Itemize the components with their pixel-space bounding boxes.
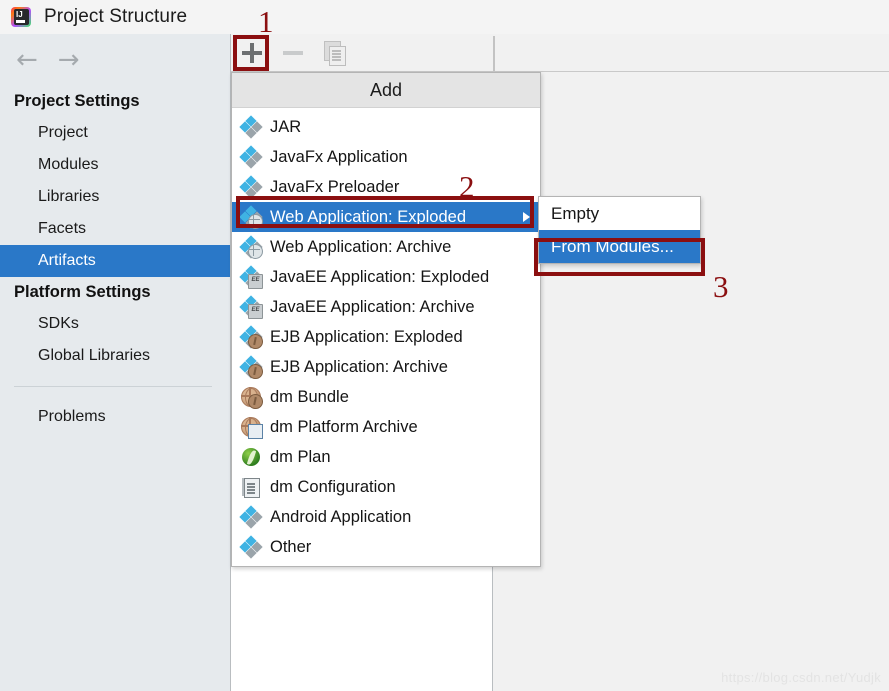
dm-bundle-icon	[240, 386, 262, 408]
menu-item-label: dm Configuration	[270, 478, 396, 497]
back-arrow-icon[interactable]: ←	[16, 47, 38, 73]
annotation-highlight-add-button	[233, 35, 269, 71]
menu-item-javaee-application-exploded[interactable]: EE JavaEE Application: Exploded	[232, 262, 540, 292]
sidebar-item-project[interactable]: Project	[0, 117, 230, 149]
artifact-diamond-icon	[240, 506, 262, 528]
sidebar-item-artifacts[interactable]: Artifacts	[0, 245, 230, 277]
artifact-details-panel	[493, 72, 889, 691]
menu-item-label: Android Application	[270, 508, 411, 527]
menu-item-dm-bundle[interactable]: dm Bundle	[232, 382, 540, 412]
menu-item-jar[interactable]: JAR	[232, 112, 540, 142]
menu-item-dm-platform-archive[interactable]: dm Platform Archive	[232, 412, 540, 442]
sidebar-item-modules[interactable]: Modules	[0, 149, 230, 181]
menu-item-label: dm Plan	[270, 448, 331, 467]
sidebar-divider	[14, 386, 212, 387]
dm-platform-archive-icon	[240, 416, 262, 438]
submenu-item-empty[interactable]: Empty	[539, 197, 700, 230]
window-title: Project Structure	[44, 6, 187, 28]
dm-configuration-icon	[240, 476, 262, 498]
web-artifact-icon	[240, 236, 262, 258]
menu-item-label: JavaEE Application: Archive	[270, 298, 475, 317]
sidebar-heading-project-settings: Project Settings	[0, 86, 230, 117]
forward-arrow-icon[interactable]: →	[58, 47, 80, 73]
artifact-diamond-icon	[240, 536, 262, 558]
menu-item-label: JavaFx Application	[270, 148, 408, 167]
intellij-idea-logo-icon: IJ	[9, 5, 33, 29]
menu-item-web-application-archive[interactable]: Web Application: Archive	[232, 232, 540, 262]
menu-item-other[interactable]: Other	[232, 532, 540, 562]
remove-button[interactable]	[277, 37, 309, 69]
toolbar-divider	[493, 36, 495, 72]
ejb-artifact-icon	[240, 326, 262, 348]
menu-item-label: JAR	[270, 118, 301, 137]
artifacts-toolbar	[231, 34, 889, 72]
annotation-number-2: 2	[459, 171, 475, 202]
menu-item-label: Web Application: Archive	[270, 238, 451, 257]
annotation-highlight-web-application-exploded	[236, 196, 534, 228]
javaee-artifact-icon: EE	[240, 266, 262, 288]
menu-item-label: EJB Application: Exploded	[270, 328, 463, 347]
artifact-diamond-icon	[240, 116, 262, 138]
menu-item-label: JavaEE Application: Exploded	[270, 268, 489, 287]
menu-item-label: dm Platform Archive	[270, 418, 418, 437]
minus-icon	[277, 37, 309, 69]
menu-item-label: JavaFx Preloader	[270, 178, 399, 197]
sidebar-item-global-libraries[interactable]: Global Libraries	[0, 340, 230, 372]
menu-item-javaee-application-archive[interactable]: EE JavaEE Application: Archive	[232, 292, 540, 322]
sidebar-item-libraries[interactable]: Libraries	[0, 181, 230, 213]
menu-item-javafx-application[interactable]: JavaFx Application	[232, 142, 540, 172]
settings-sidebar: ← → Project Settings Project Modules Lib…	[0, 34, 231, 691]
menu-item-label: EJB Application: Archive	[270, 358, 448, 377]
menu-item-android-application[interactable]: Android Application	[232, 502, 540, 532]
artifact-diamond-icon	[240, 176, 262, 198]
artifact-diamond-icon	[240, 146, 262, 168]
add-menu-list: JAR JavaFx Application JavaFx Preloader …	[232, 108, 540, 566]
annotation-number-1: 1	[258, 6, 274, 37]
annotation-number-3: 3	[713, 271, 729, 302]
copy-icon	[319, 38, 349, 68]
ejb-artifact-icon	[240, 356, 262, 378]
copy-button[interactable]	[319, 38, 349, 68]
menu-item-label: dm Bundle	[270, 388, 349, 407]
sidebar-item-facets[interactable]: Facets	[0, 213, 230, 245]
sidebar-navigation: ← →	[0, 40, 231, 80]
menu-item-dm-plan[interactable]: dm Plan	[232, 442, 540, 472]
watermark: https://blog.csdn.net/Yudjk	[721, 670, 881, 685]
add-menu-title: Add	[232, 73, 540, 108]
annotation-highlight-from-modules	[534, 238, 705, 276]
sidebar-heading-platform-settings: Platform Settings	[0, 277, 230, 308]
window-title-bar: IJ Project Structure	[0, 0, 889, 34]
sidebar-item-problems[interactable]: Problems	[0, 401, 230, 433]
menu-item-ejb-application-archive[interactable]: EJB Application: Archive	[232, 352, 540, 382]
menu-item-dm-configuration[interactable]: dm Configuration	[232, 472, 540, 502]
add-artifact-menu: Add JAR JavaFx Application JavaFx Preloa…	[231, 72, 541, 567]
menu-item-ejb-application-exploded[interactable]: EJB Application: Exploded	[232, 322, 540, 352]
javaee-artifact-icon: EE	[240, 296, 262, 318]
menu-item-label: Other	[270, 538, 311, 557]
sidebar-item-sdks[interactable]: SDKs	[0, 308, 230, 340]
dm-plan-icon	[240, 446, 262, 468]
